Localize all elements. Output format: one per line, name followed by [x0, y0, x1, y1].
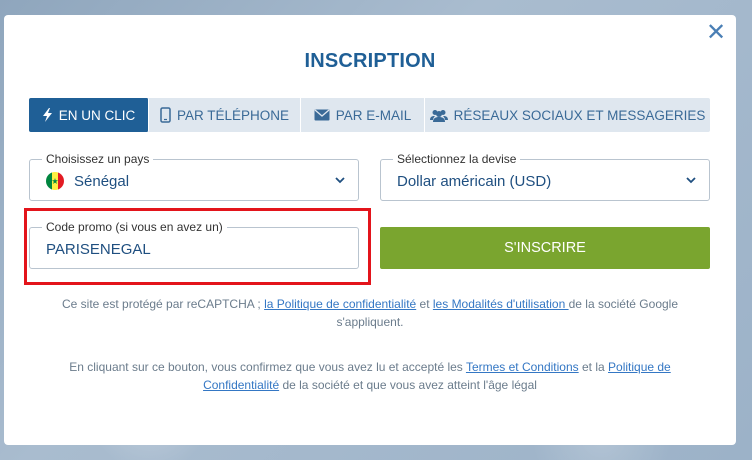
tab-phone[interactable]: PAR TÉLÉPHONE — [149, 98, 301, 132]
country-value: Sénégal — [74, 173, 130, 190]
consent-text: et la — [578, 360, 609, 374]
tab-label: PAR TÉLÉPHONE — [176, 107, 290, 123]
recaptcha-notice: Ce site est protégé par reCAPTCHA ; la P… — [34, 295, 706, 331]
country-select[interactable]: Choisissez un pays Sénégal — [29, 152, 359, 201]
currency-value: Dollar américain (USD) — [397, 173, 552, 190]
consent-text: En cliquant sur ce bouton, vous confirme… — [69, 360, 466, 374]
chevron-down-icon — [335, 177, 345, 184]
promo-legend: Code promo (si vous en avez un) — [42, 220, 227, 234]
close-icon[interactable]: ✕ — [706, 20, 726, 44]
tab-social[interactable]: RÉSEAUX SOCIAUX ET MESSAGERIES — [425, 98, 710, 132]
senegal-flag-icon — [46, 172, 64, 190]
tab-label: EN UN CLIC — [58, 107, 136, 123]
terms-link[interactable]: Termes et Conditions — [466, 360, 579, 374]
recaptcha-text: et — [416, 297, 433, 311]
promo-value: PARISENEGAL — [46, 241, 151, 258]
users-icon — [429, 109, 448, 122]
tab-email[interactable]: PAR E-MAIL — [301, 98, 425, 132]
lightning-icon — [42, 108, 53, 122]
currency-select[interactable]: Sélectionnez la devise Dollar américain … — [380, 152, 710, 201]
tab-one-click[interactable]: EN UN CLIC — [29, 98, 149, 132]
registration-modal: ✕ INSCRIPTION EN UN CLIC PAR TÉLÉPHONE P… — [4, 15, 736, 445]
promo-code-field[interactable]: Code promo (si vous en avez un) PARISENE… — [29, 220, 359, 269]
register-button[interactable]: S'INSCRIRE — [380, 227, 710, 269]
chevron-down-icon — [686, 177, 696, 184]
phone-icon — [160, 107, 171, 123]
consent-text: de la société et que vous avez atteint l… — [279, 378, 537, 392]
tab-label: RÉSEAUX SOCIAUX ET MESSAGERIES — [453, 107, 706, 123]
recaptcha-text: Ce site est protégé par reCAPTCHA ; — [62, 297, 265, 311]
registration-tabs: EN UN CLIC PAR TÉLÉPHONE PAR E-MAIL RÉSE… — [29, 98, 710, 132]
consent-notice: En cliquant sur ce bouton, vous confirme… — [34, 358, 706, 394]
modal-title: INSCRIPTION — [304, 50, 436, 72]
google-privacy-link[interactable]: la Politique de confidentialité — [264, 297, 416, 311]
country-legend: Choisissez un pays — [42, 152, 154, 166]
tab-label: PAR E-MAIL — [335, 107, 412, 123]
google-terms-link[interactable]: les Modalités d'utilisation — [433, 297, 569, 311]
envelope-icon — [314, 109, 330, 121]
currency-legend: Sélectionnez la devise — [393, 152, 521, 166]
